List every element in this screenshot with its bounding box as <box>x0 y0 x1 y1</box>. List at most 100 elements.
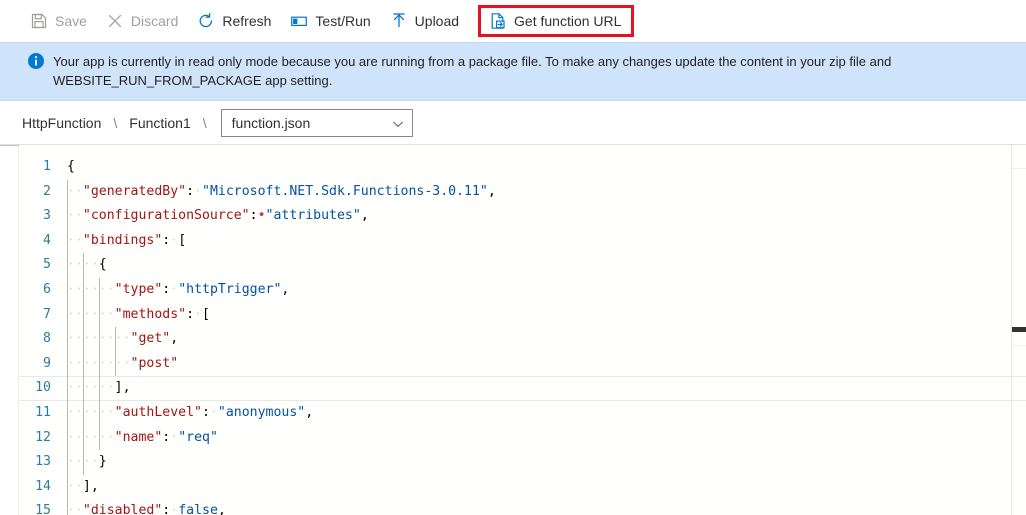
breadcrumb-separator: \ <box>202 114 207 131</box>
code-token: { <box>67 159 75 174</box>
toolbar-button-refresh[interactable]: Refresh <box>193 6 280 36</box>
code-line[interactable]: 5 ····{ <box>19 253 1026 278</box>
refresh-icon <box>197 12 215 30</box>
code-token: ······ <box>67 429 115 445</box>
code-token: • <box>257 208 266 224</box>
line-content[interactable]: ······"type":·"httpTrigger", <box>65 278 1026 303</box>
code-line[interactable]: 6 ······"type":·"httpTrigger", <box>19 278 1026 303</box>
file-select-dropdown[interactable]: function.json <box>220 108 413 137</box>
discard-x-icon <box>106 12 124 30</box>
code-line[interactable]: 14 ··], <box>19 475 1026 500</box>
code-line[interactable]: 15 ··"disabled":·false, <box>19 499 1026 515</box>
code-editor[interactable]: 1{2 ··"generatedBy":·"Microsoft.NET.Sdk.F… <box>0 145 1026 515</box>
line-number: 6 <box>43 281 51 297</box>
file-breadcrumb-bar: HttpFunction \ Function1 \ function.json <box>0 101 1026 145</box>
line-content[interactable]: ····{ <box>65 253 1026 278</box>
line-number: 12 <box>35 429 51 445</box>
code-token: "name" <box>114 429 163 445</box>
code-token: : <box>249 208 258 224</box>
code-line[interactable]: 13 ····} <box>19 450 1026 475</box>
save-icon <box>30 12 48 30</box>
banner-message: Your app is currently in read only mode … <box>53 54 892 88</box>
code-token: , <box>360 208 369 224</box>
line-content[interactable]: ······"methods":·[ <box>65 303 1026 328</box>
line-number: 7 <box>43 306 51 322</box>
toolbar-button-get-function-url[interactable]: Get function URL <box>478 5 635 37</box>
line-number: 14 <box>35 478 51 494</box>
breadcrumb-item-app[interactable]: HttpFunction <box>18 112 105 134</box>
code-line[interactable]: 8 ········"get", <box>19 327 1026 352</box>
code-token: , <box>487 183 496 199</box>
code-line[interactable]: 4 ··"bindings":·[ <box>19 229 1026 254</box>
line-content[interactable]: ··"disabled":·false, <box>65 499 1026 515</box>
editor-lines[interactable]: 1{2 ··"generatedBy":·"Microsoft.NET.Sdk.F… <box>19 155 1026 515</box>
line-number: 9 <box>43 355 51 371</box>
code-line[interactable]: 1{ <box>19 155 1026 180</box>
code-token: · <box>194 183 203 199</box>
code-token: "type" <box>114 281 163 297</box>
line-content[interactable]: ··"configurationSource":•"attributes", <box>65 204 1026 229</box>
code-token: } <box>98 454 107 470</box>
code-token: , <box>281 281 290 297</box>
line-number: 3 <box>43 208 51 224</box>
ruler-current-line-mark <box>1012 327 1026 332</box>
code-token: "get" <box>130 331 171 347</box>
code-token: ········ <box>67 355 131 371</box>
line-number: 1 <box>43 159 51 174</box>
code-token: , <box>217 503 226 515</box>
toolbar-button-label: Get function URL <box>514 12 622 29</box>
code-token: , <box>305 404 314 420</box>
line-number: 2 <box>43 183 51 199</box>
breadcrumb-item-function[interactable]: Function1 <box>125 112 194 134</box>
file-select-value: function.json <box>231 114 311 131</box>
code-token: "authLevel" <box>114 404 202 420</box>
code-token: : <box>201 404 210 420</box>
line-number: 4 <box>43 232 51 248</box>
code-line[interactable]: 11 ······"authLevel":·"anonymous", <box>19 401 1026 426</box>
code-token: ·· <box>67 478 83 494</box>
code-line[interactable]: 7 ······"methods":·[ <box>19 303 1026 328</box>
line-content[interactable]: ······"authLevel":·"anonymous", <box>65 401 1026 426</box>
toolbar-button-label: Upload <box>414 12 460 29</box>
line-number: 15 <box>35 503 51 515</box>
line-content[interactable]: ······"name":·"req" <box>65 426 1026 451</box>
get-url-page-icon <box>489 12 507 30</box>
editor-viewport[interactable]: 1{2 ··"generatedBy":·"Microsoft.NET.Sdk.F… <box>19 145 1026 515</box>
code-token: ·· <box>67 232 83 248</box>
editor-overview-ruler[interactable] <box>1011 145 1026 515</box>
line-content[interactable]: ··], <box>65 475 1026 500</box>
toolbar-button-test-run[interactable]: Test/Run <box>286 6 379 36</box>
line-content[interactable]: ········"post" <box>65 352 1026 377</box>
line-content[interactable]: ······], <box>65 376 1026 401</box>
test-run-icon <box>290 12 308 30</box>
line-number: 8 <box>43 331 51 347</box>
code-token: ········ <box>67 331 131 347</box>
code-token: ], <box>114 380 131 396</box>
code-token: : <box>186 306 195 322</box>
toolbar-button-label: Save <box>55 12 87 29</box>
line-content[interactable]: { <box>65 155 1026 180</box>
line-content[interactable]: ··"generatedBy":·"Microsoft.NET.Sdk.Func… <box>65 180 1026 205</box>
line-content[interactable]: ··"bindings":·[ <box>65 229 1026 254</box>
breadcrumb-separator: \ <box>113 114 118 131</box>
code-token: · <box>170 429 179 445</box>
line-number: 13 <box>35 454 51 470</box>
code-token: ······ <box>67 404 115 420</box>
code-token: "req" <box>178 429 218 445</box>
code-token: ···· <box>67 257 99 273</box>
code-token: "httpTrigger" <box>178 281 282 297</box>
toolbar-button-upload[interactable]: Upload <box>386 6 468 36</box>
code-token: ···· <box>67 454 99 470</box>
code-token: · <box>209 404 218 420</box>
code-line[interactable]: 9 ········"post" <box>19 352 1026 377</box>
code-line[interactable]: 12 ······"name":·"req" <box>19 426 1026 451</box>
ruler-tick <box>1012 345 1026 346</box>
code-line[interactable]: 10 ······], <box>19 376 1026 401</box>
code-line[interactable]: 3 ··"configurationSource":•"attributes", <box>19 204 1026 229</box>
code-token: [ <box>178 232 187 248</box>
code-token: · <box>194 306 203 322</box>
line-content[interactable]: ····} <box>65 450 1026 475</box>
code-token: "attributes" <box>265 208 361 224</box>
line-content[interactable]: ········"get", <box>65 327 1026 352</box>
code-line[interactable]: 2 ··"generatedBy":·"Microsoft.NET.Sdk.Fun… <box>19 180 1026 205</box>
